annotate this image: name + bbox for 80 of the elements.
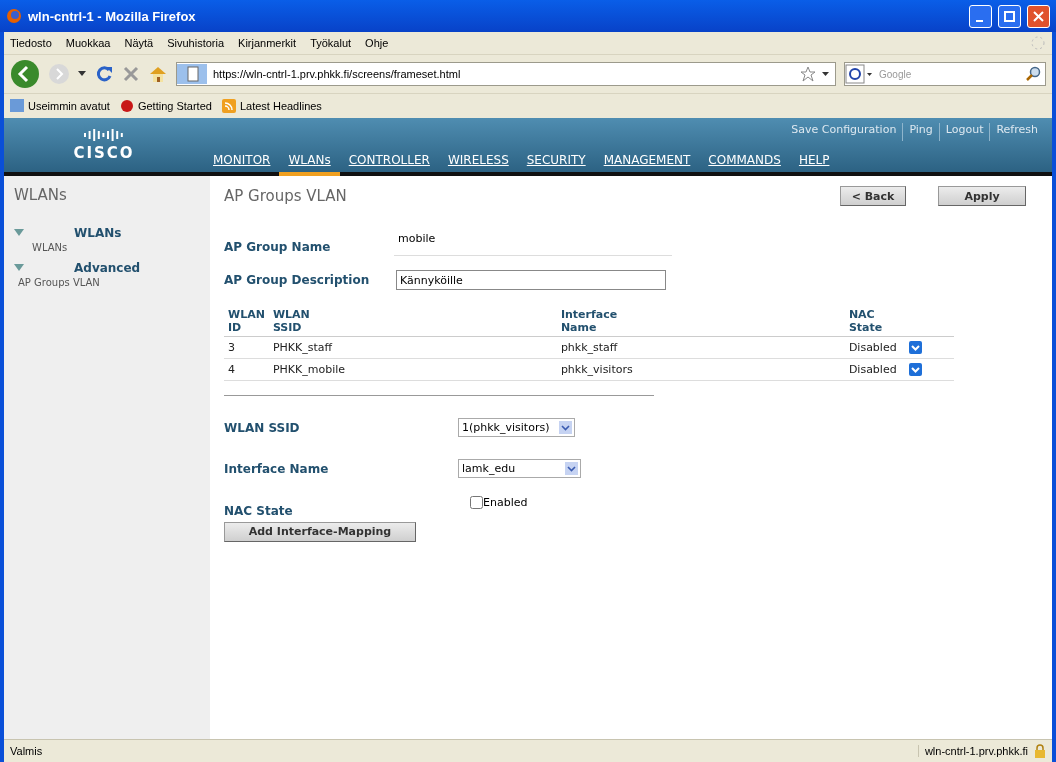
lock-icon — [1034, 744, 1046, 758]
folder-icon — [10, 99, 24, 113]
column-header: Interface Name — [560, 308, 618, 334]
add-mapping-button[interactable]: Add Interface-Mapping — [224, 521, 416, 542]
search-icon[interactable] — [1025, 66, 1041, 82]
nav-tab[interactable]: COMMANDS — [699, 153, 790, 176]
minimize-icon — [975, 19, 983, 22]
table-cell: phkk_visitors — [560, 363, 633, 376]
back-button[interactable]: < Back — [840, 186, 906, 206]
menu-item[interactable]: Sivuhistoria — [167, 37, 225, 49]
field-label: AP Group Description — [224, 273, 371, 287]
address-field[interactable]: https://wln-cntrl-1.prv.phkk.fi/screens/frameset.html — [176, 62, 836, 86]
menu-item[interactable]: Ohje — [365, 37, 389, 49]
column-header: WLAN SSID — [272, 308, 310, 334]
nac-checkbox[interactable] — [470, 496, 483, 509]
sidebar-group[interactable]: Advanced — [74, 261, 141, 275]
back-icon[interactable] — [10, 59, 40, 89]
nav-tab[interactable]: HELP — [789, 153, 839, 176]
ssid-select[interactable]: 1(phkk_visitors) — [458, 418, 576, 437]
menu-item[interactable]: Kirjanmerkit — [238, 37, 297, 49]
sidebar-group[interactable]: WLANs — [74, 226, 122, 240]
caret-icon[interactable] — [822, 71, 829, 77]
menu-item[interactable]: Näytä — [124, 37, 154, 49]
table-cell: 4 — [228, 363, 235, 376]
bookmark-link[interactable]: Latest Headlines — [221, 99, 322, 113]
field-label: WLAN SSID — [224, 420, 301, 435]
sidebar-title: WLANs — [14, 186, 68, 204]
firefox-icon — [6, 8, 22, 24]
table-cell: 3 — [228, 341, 235, 354]
field-label: AP Group Name — [224, 240, 332, 254]
dropdown-icon[interactable] — [908, 363, 922, 376]
expanded-icon[interactable] — [14, 264, 24, 272]
table-cell: Disabled — [848, 341, 897, 354]
menu-item[interactable]: Muokkaa — [65, 37, 111, 49]
reload-icon[interactable] — [94, 64, 114, 84]
table-cell: Disabled — [848, 363, 897, 376]
table-cell: PHKK_mobile — [272, 363, 345, 376]
minimize-button[interactable] — [969, 4, 992, 28]
nav-tab[interactable]: CONTROLLER — [339, 153, 439, 176]
page-title: AP Groups VLAN — [224, 187, 348, 205]
close-button[interactable] — [1027, 4, 1050, 28]
menu-item[interactable]: Työkalut — [310, 37, 352, 49]
apply-button[interactable]: Apply — [938, 186, 1026, 206]
nav-tab[interactable]: SECURITY — [517, 153, 595, 176]
table-cell: PHKK_staff — [272, 341, 333, 354]
maximize-button[interactable] — [998, 4, 1021, 28]
sidebar-item[interactable]: AP Groups VLAN — [18, 277, 210, 288]
column-header: NAC State — [848, 308, 883, 334]
page-icon — [177, 64, 207, 84]
status-host: wln-cntrl-1.prv.phkk.fi — [917, 745, 1034, 757]
window-title: wln-cntrl-1 - Mozilla Firefox — [28, 8, 197, 24]
logo-text: CISCO — [73, 144, 135, 162]
sidebar-item[interactable]: WLANs — [32, 242, 210, 253]
menu-item[interactable]: Tiedosto — [10, 37, 52, 49]
status-text: Valmis — [10, 745, 44, 757]
nav-tab[interactable]: MANAGEMENT — [594, 153, 700, 176]
description-field[interactable]: Kännyköille — [396, 270, 666, 290]
caret-icon[interactable] — [78, 71, 86, 77]
field-value: mobile — [394, 226, 672, 256]
search-engine-icon[interactable] — [845, 64, 873, 84]
nav-tab[interactable]: MONITOR — [204, 153, 280, 176]
throbber-icon — [1030, 35, 1046, 51]
expanded-icon[interactable] — [14, 229, 24, 237]
caret-icon[interactable] — [559, 421, 573, 434]
logo-icon — [82, 128, 126, 142]
feed-icon — [221, 99, 236, 113]
interface-select[interactable]: lamk_edu — [458, 459, 581, 478]
nav-tab[interactable]: WIRELESS — [438, 153, 518, 176]
table-cell: phkk_staff — [560, 341, 618, 354]
checkbox-label: Enabled — [483, 496, 528, 509]
home-icon[interactable] — [148, 65, 168, 83]
close-icon — [1033, 10, 1044, 22]
dropdown-icon[interactable] — [908, 341, 922, 354]
maximize-icon — [1004, 10, 1015, 22]
column-header: WLAN ID — [228, 308, 265, 334]
bookmark-link[interactable]: Getting Started — [119, 99, 212, 113]
field-label: Interface Name — [224, 461, 330, 476]
field-label: NAC State — [224, 504, 294, 518]
search-field[interactable]: Google — [844, 62, 1046, 86]
bookmark-link[interactable]: Useimmin avatut — [10, 99, 110, 113]
